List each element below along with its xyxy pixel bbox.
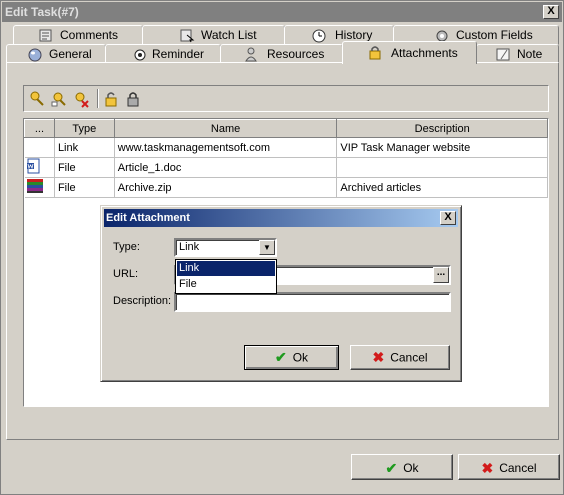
type-option-link[interactable]: Link bbox=[176, 260, 276, 277]
tab-label: Attachments bbox=[391, 46, 458, 60]
dialog-close-button[interactable]: X bbox=[440, 211, 456, 225]
tab-label: Comments bbox=[60, 28, 119, 42]
note-icon bbox=[496, 48, 510, 61]
type-label: Type: bbox=[113, 241, 140, 253]
dialog-ok-button[interactable]: ✔ Ok bbox=[244, 345, 339, 370]
window-title: Edit Task(#7) bbox=[5, 5, 79, 19]
tab-label: Resources bbox=[267, 47, 325, 61]
row-icon-cell bbox=[24, 137, 55, 158]
dialog-titlebar: Edit Attachment X bbox=[104, 209, 458, 227]
watch-list-icon bbox=[180, 29, 195, 43]
cancel-button[interactable]: ✖ Cancel bbox=[458, 454, 560, 480]
chevron-down-icon[interactable]: ▼ bbox=[259, 240, 275, 255]
tab-label: General bbox=[49, 47, 92, 61]
edit-attachment-dialog: Edit Attachment X Type: Link ▼ URL: ... … bbox=[100, 205, 462, 382]
dialog-title: Edit Attachment bbox=[106, 212, 190, 224]
table-row[interactable]: File Archive.zip Archived articles bbox=[24, 177, 548, 198]
name-cell: Article_1.doc bbox=[114, 157, 338, 178]
comments-icon bbox=[39, 29, 52, 42]
name-cell: Archive.zip bbox=[114, 177, 338, 198]
type-select-value: Link bbox=[179, 241, 200, 253]
tab-general[interactable]: General bbox=[6, 44, 106, 64]
type-cell: Link bbox=[54, 137, 115, 158]
type-select[interactable]: Link ▼ bbox=[174, 238, 277, 257]
tab-watch-list[interactable]: Watch List bbox=[142, 25, 285, 45]
window-close-button[interactable]: X bbox=[543, 5, 559, 19]
checkmark-icon: ✔ bbox=[274, 349, 287, 366]
lock-icon bbox=[369, 46, 381, 60]
column-header-type[interactable]: Type bbox=[53, 119, 115, 138]
tab-label: Reminder bbox=[152, 47, 205, 61]
globe-icon bbox=[28, 48, 42, 62]
ok-button[interactable]: ✔ Ok bbox=[351, 454, 453, 480]
description-cell: Archived articles bbox=[336, 177, 548, 198]
checkmark-icon: ✔ bbox=[385, 459, 398, 476]
grid-header-row: ... Type Name Description bbox=[24, 119, 548, 138]
type-cell: File bbox=[54, 157, 115, 178]
edit-attachment-icon[interactable] bbox=[50, 90, 68, 108]
save-attachment-icon[interactable] bbox=[124, 90, 142, 108]
type-option-file[interactable]: File bbox=[177, 277, 275, 292]
add-attachment-icon[interactable] bbox=[28, 90, 46, 108]
archive-icon bbox=[26, 179, 43, 193]
row-icon-cell bbox=[24, 177, 55, 198]
attachments-toolbar bbox=[23, 85, 549, 112]
column-header-name[interactable]: Name bbox=[113, 119, 338, 138]
alarm-icon bbox=[134, 49, 146, 61]
description-field[interactable] bbox=[174, 292, 451, 312]
row-icon-cell bbox=[24, 157, 55, 178]
cancel-x-icon: ✖ bbox=[481, 459, 494, 476]
word-document-icon bbox=[26, 158, 39, 174]
table-row[interactable]: File Article_1.doc bbox=[24, 157, 548, 178]
column-header-description[interactable]: Description bbox=[336, 119, 548, 138]
column-header-icon[interactable]: ... bbox=[24, 119, 55, 138]
delete-attachment-icon[interactable] bbox=[72, 90, 90, 108]
name-cell: www.taskmanagementsoft.com bbox=[114, 137, 338, 158]
window-titlebar: Edit Task(#7) X bbox=[2, 2, 562, 22]
description-cell: VIP Task Manager website bbox=[336, 137, 548, 158]
tab-label: Note bbox=[517, 47, 543, 61]
tab-label: Watch List bbox=[201, 28, 257, 42]
type-cell: File bbox=[54, 177, 115, 198]
history-icon bbox=[312, 29, 326, 43]
type-dropdown-list: Link File bbox=[175, 259, 277, 294]
tab-attachments[interactable]: Attachments bbox=[342, 41, 477, 64]
table-row[interactable]: Link www.taskmanagementsoft.com VIP Task… bbox=[24, 137, 548, 158]
url-label: URL: bbox=[113, 268, 139, 280]
cancel-x-icon: ✖ bbox=[372, 349, 385, 366]
description-label: Description: bbox=[113, 295, 172, 307]
tab-reminder[interactable]: Reminder bbox=[105, 44, 221, 64]
tab-comments[interactable]: Comments bbox=[13, 25, 143, 45]
tab-note[interactable]: Note bbox=[476, 44, 559, 64]
tab-resources[interactable]: Resources bbox=[220, 44, 343, 64]
browse-ellipsis-button[interactable]: ... bbox=[433, 267, 449, 283]
open-attachment-icon[interactable] bbox=[102, 90, 120, 108]
description-cell bbox=[336, 157, 548, 178]
toolbar-separator bbox=[97, 89, 99, 108]
dialog-cancel-button[interactable]: ✖ Cancel bbox=[350, 345, 450, 370]
people-icon bbox=[245, 47, 257, 62]
